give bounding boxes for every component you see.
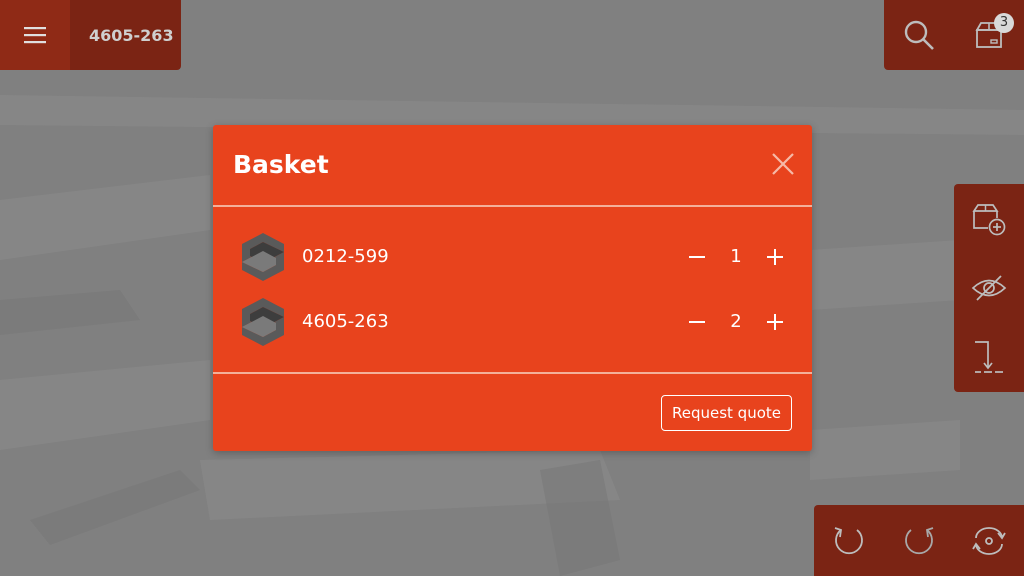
side-toolbar	[954, 184, 1024, 392]
top-left-toolbar: 4605-263	[0, 0, 181, 70]
basket-item-part-number: 0212-599	[302, 246, 389, 267]
add-to-basket-button[interactable]	[954, 184, 1024, 253]
basket-item: 4605-263 2	[213, 289, 812, 354]
basket-dialog-title: Basket	[233, 150, 329, 179]
quantity-stepper: 2	[684, 309, 788, 335]
basket-item-part-number: 4605-263	[302, 311, 389, 332]
quantity-stepper: 1	[684, 244, 788, 270]
plus-icon	[767, 313, 783, 330]
quantity-value: 2	[730, 311, 742, 332]
rotate-view-icon	[972, 527, 1006, 555]
drop-down-icon	[975, 340, 1003, 373]
basket-item-list: 0212-599 1 4605-263 2	[213, 224, 812, 354]
redo-icon	[905, 527, 934, 555]
top-right-toolbar: 3	[884, 0, 1024, 70]
close-button[interactable]	[770, 151, 796, 177]
add-box-icon	[972, 203, 1006, 235]
request-quote-button[interactable]: Request quote	[660, 395, 792, 431]
hide-part-button[interactable]	[954, 253, 1024, 322]
menu-button[interactable]	[0, 0, 70, 70]
part-thumbnail-icon	[242, 297, 284, 346]
search-button[interactable]	[884, 0, 954, 70]
basket-dialog-header: Basket	[213, 125, 812, 207]
plus-icon	[767, 248, 783, 265]
basket-button[interactable]: 3	[954, 0, 1024, 70]
decrease-quantity-button[interactable]	[684, 244, 710, 270]
undo-icon	[834, 527, 863, 555]
divider	[213, 372, 812, 374]
basket-dialog: Basket 0212-599 1 4605-263 2 Request quo…	[213, 125, 812, 451]
basket-count-badge: 3	[994, 13, 1014, 33]
hamburger-menu-icon	[24, 27, 46, 44]
minus-icon	[689, 255, 705, 258]
increase-quantity-button[interactable]	[762, 244, 788, 270]
undo-button[interactable]	[814, 505, 884, 575]
part-thumbnail-icon	[242, 232, 284, 281]
decrease-quantity-button[interactable]	[684, 309, 710, 335]
close-icon	[772, 153, 794, 175]
search-icon	[904, 20, 934, 50]
basket-item: 0212-599 1	[213, 224, 812, 289]
redo-button[interactable]	[884, 505, 954, 575]
drop-button[interactable]	[954, 322, 1024, 391]
page-title: 4605-263	[89, 25, 174, 45]
bottom-toolbar	[814, 505, 1024, 576]
increase-quantity-button[interactable]	[762, 309, 788, 335]
minus-icon	[689, 320, 705, 323]
quantity-value: 1	[730, 246, 742, 267]
reset-view-button[interactable]	[954, 505, 1024, 575]
page-title-area: 4605-263	[70, 0, 181, 70]
eye-slash-icon	[971, 274, 1007, 301]
